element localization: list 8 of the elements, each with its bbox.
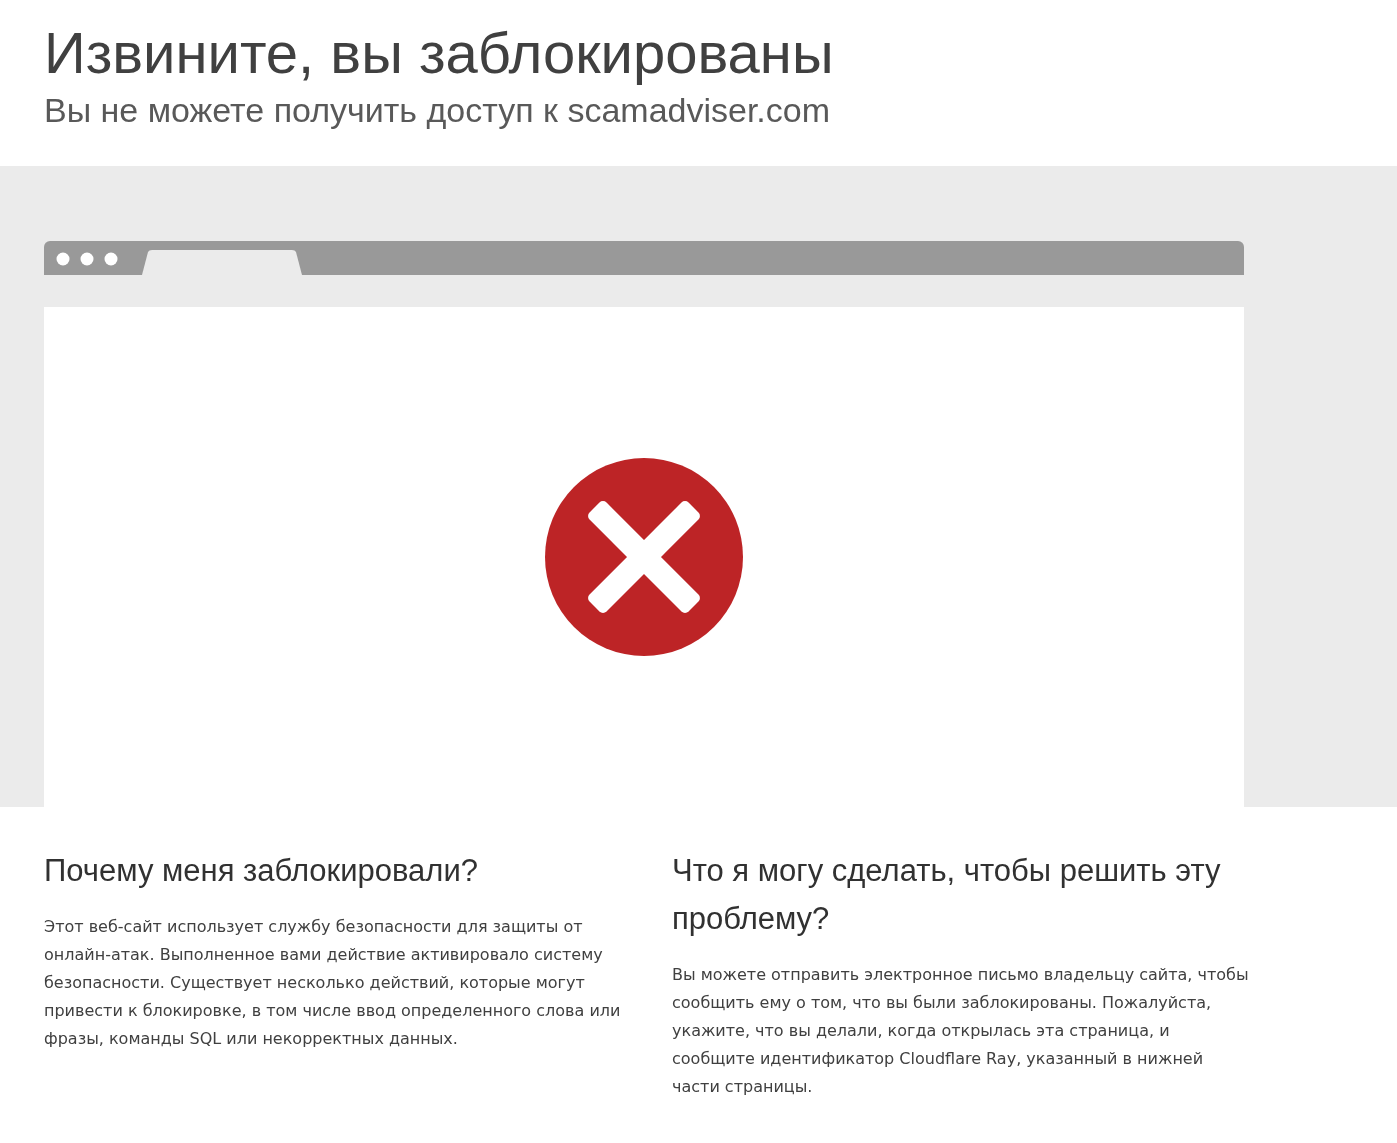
section-heading: Почему меня заблокировали? (44, 852, 479, 891)
section-heading: Что я могу сделать, чтобы решить эту проблему? (672, 852, 1222, 939)
section-text: Вы можете отправить электронное письмо владельцу сайта, чтобы сообщить ему о том, что вы были заблокированы. Пожалуйста, укажите, что вы делали, когда открылась эта страница, и сообщите идентификатор Cloudflare Ray, указанный в нижней части страницы. (672, 964, 1250, 1099)
page-title: Извините, вы заблокированы (44, 19, 835, 87)
section-text: Этот веб-сайт использует службу безопасности для защиты от онлайн-атак. Выполненное вами действие активировало систему безопасности. Существует несколько действий, которые могут привести к блокировке, в том числе ввод определенного слова или фразы, команды SQL или некорректных данных. (44, 916, 622, 1051)
error-x-icon (544, 457, 744, 658)
window-dots-icon (56, 252, 120, 267)
page-subtitle: Вы не можете получить доступ к scamadviser.com (44, 89, 832, 131)
